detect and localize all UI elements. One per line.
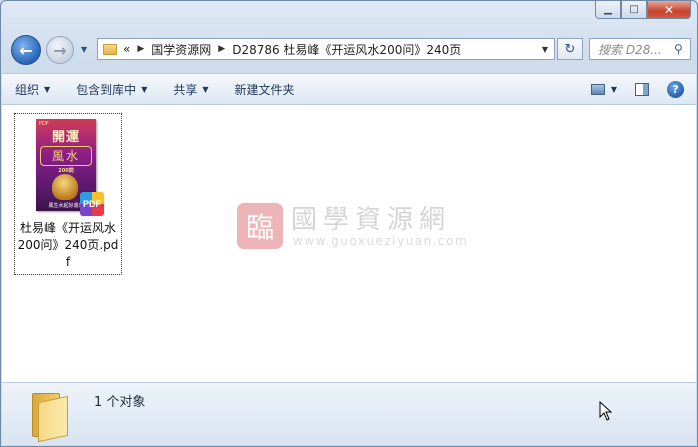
- minimize-button[interactable]: ▁: [595, 1, 621, 19]
- cover-number: 200問: [58, 168, 74, 174]
- file-item[interactable]: PDF 開運 風水 200問 風生水起好運來 PDF 杜易峰《开运风水200问》…: [14, 113, 122, 275]
- help-icon[interactable]: ?: [667, 80, 684, 98]
- details-pane: 1 个对象: [2, 382, 696, 445]
- chevron-right-icon[interactable]: ▶: [218, 44, 225, 54]
- breadcrumb-current[interactable]: D28786 杜易峰《开运风水200问》240页: [232, 41, 461, 58]
- chevron-down-icon: ▼: [44, 84, 51, 94]
- view-controls: ▼ ?: [590, 80, 684, 98]
- file-name[interactable]: 杜易峰《开运风水200问》240页.pdf: [15, 220, 121, 271]
- organize-label: 组织: [15, 82, 40, 97]
- share-menu[interactable]: 共享 ▼: [160, 81, 221, 98]
- cover-figure: [52, 174, 78, 200]
- maximize-button[interactable]: □: [621, 1, 647, 19]
- cover-title: 開運: [51, 130, 80, 145]
- mouse-cursor-icon: [599, 401, 613, 421]
- search-icon[interactable]: ⚲: [674, 42, 690, 56]
- breadcrumb-root[interactable]: 国学资源网: [151, 41, 211, 58]
- caption-buttons: ▁ □ ✕: [595, 1, 691, 19]
- file-list[interactable]: PDF 開運 風水 200問 風生水起好運來 PDF 杜易峰《开运风水200问》…: [2, 105, 696, 382]
- new-folder-button[interactable]: 新建文件夹: [222, 81, 308, 98]
- search-placeholder: 搜索 D28...: [598, 42, 662, 57]
- pdf-icon: PDF: [80, 192, 104, 216]
- cover-subtitle: 風水: [40, 146, 92, 166]
- preview-pane-icon[interactable]: [635, 82, 649, 96]
- search-input[interactable]: 搜索 D28... ⚲: [589, 38, 691, 60]
- share-label: 共享: [173, 82, 198, 97]
- chevron-down-icon[interactable]: ▼: [611, 85, 617, 94]
- watermark-url: www.guoxueziyuan.com: [293, 234, 469, 248]
- watermark: 臨 國學資源網 www.guoxueziyuan.com: [237, 199, 467, 251]
- folder-icon: [32, 393, 72, 443]
- refresh-button[interactable]: ↻: [557, 38, 583, 60]
- watermark-title: 國學資源網: [291, 205, 452, 235]
- include-in-library-label: 包含到库中: [76, 82, 137, 97]
- refresh-icon: ↻: [564, 41, 576, 57]
- navigation-bar: ← → ▼ « ▶ 国学资源网 ▶ D28786 杜易峰《开运风水200问》24…: [1, 31, 697, 69]
- address-bar[interactable]: « ▶ 国学资源网 ▶ D28786 杜易峰《开运风水200问》240页 ▼: [97, 38, 555, 60]
- forward-button[interactable]: →: [46, 36, 74, 64]
- folder-icon: [103, 43, 117, 55]
- chevron-down-icon[interactable]: ▼: [542, 45, 548, 54]
- explorer-window: ▁ □ ✕ ← → ▼ « ▶ 国学资源网 ▶ D28786 杜易峰《开运风水2…: [0, 0, 698, 447]
- watermark-seal: 臨: [237, 203, 283, 249]
- new-folder-label: 新建文件夹: [234, 82, 295, 97]
- change-view-icon[interactable]: [590, 83, 605, 95]
- chevron-down-icon: ▼: [202, 84, 209, 94]
- close-button[interactable]: ✕: [647, 1, 691, 19]
- organize-menu[interactable]: 组织 ▼: [2, 81, 63, 98]
- chevron-right-icon[interactable]: ▶: [137, 44, 144, 54]
- command-bar: 组织 ▼ 包含到库中 ▼ 共享 ▼ 新建文件夹 ▼ ?: [2, 73, 696, 105]
- address-overflow[interactable]: «: [123, 42, 130, 56]
- item-count: 1 个对象: [94, 395, 146, 410]
- include-in-library-menu[interactable]: 包含到库中 ▼: [63, 81, 160, 98]
- recent-pages-dropdown[interactable]: ▼: [81, 45, 87, 54]
- chevron-down-icon: ▼: [141, 84, 148, 94]
- back-button[interactable]: ←: [11, 35, 41, 65]
